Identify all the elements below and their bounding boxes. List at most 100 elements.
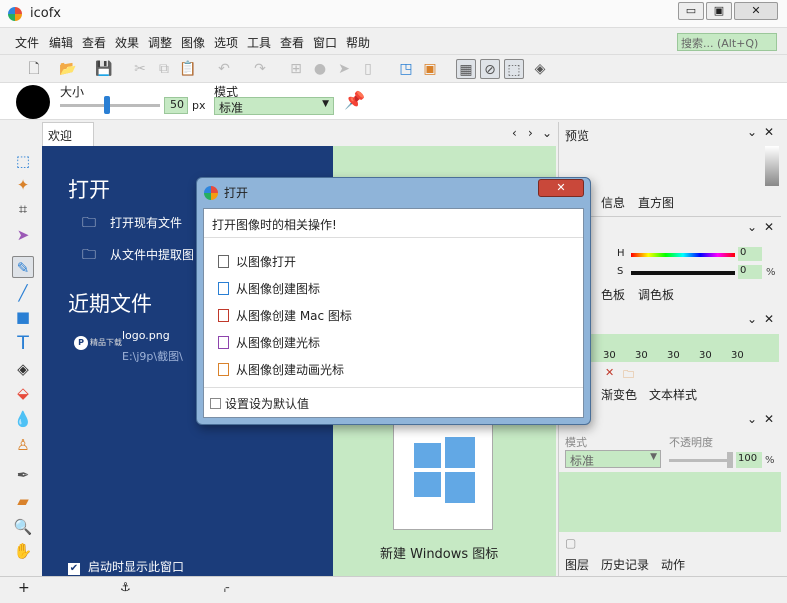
default-checkbox[interactable]: 设置设为默认值: [210, 395, 309, 412]
new-windows-icon-label[interactable]: 新建 Windows 图标: [380, 543, 498, 562]
blur-drop-icon[interactable]: 💧: [12, 408, 34, 430]
tab-gradient[interactable]: 渐变色: [601, 386, 637, 403]
create-animated-cursor-item[interactable]: 从图像创建动画光标: [218, 361, 344, 378]
tab-swatches[interactable]: 色板: [601, 286, 625, 303]
mode-select[interactable]: 标准 ▼: [214, 97, 334, 115]
create-mac-icon-item[interactable]: 从图像创建 Mac 图标: [218, 307, 352, 324]
hand-icon[interactable]: ✋: [12, 540, 34, 562]
saturation-value-input[interactable]: 0: [738, 265, 762, 279]
brush-size[interactable]: 30: [699, 350, 712, 361]
dialog-close-button[interactable]: ✕: [538, 179, 584, 197]
size-slider-track[interactable]: [60, 104, 160, 107]
marquee-select-icon[interactable]: ⬚: [12, 150, 34, 172]
delete-icon[interactable]: ✕: [605, 366, 614, 379]
menu-edit[interactable]: 编辑: [49, 34, 73, 51]
tab-info[interactable]: 信息: [601, 194, 625, 211]
hue-slider[interactable]: [631, 253, 735, 257]
chevron-left-icon[interactable]: ‹: [512, 126, 517, 140]
search-input[interactable]: 搜索... (Alt+Q): [677, 33, 777, 51]
extract-link[interactable]: 🗀 从文件中提取图: [82, 244, 194, 268]
recent-file-name[interactable]: logo.png: [122, 329, 170, 342]
menu-view-2[interactable]: 查看: [280, 34, 304, 51]
brush-icon[interactable]: ✎: [12, 256, 34, 278]
menu-options[interactable]: 选项: [214, 34, 238, 51]
screenshot-icon[interactable]: ◳: [396, 59, 416, 79]
hue-value-input[interactable]: 0: [738, 247, 762, 261]
cursor-icon[interactable]: ➤: [334, 59, 354, 79]
brush-size[interactable]: 30: [603, 350, 616, 361]
apple-icon[interactable]: ●: [310, 59, 330, 79]
save-icon[interactable]: 💾: [94, 59, 114, 79]
pin-icon[interactable]: 📌: [344, 91, 365, 111]
tab-actions[interactable]: 动作: [661, 556, 685, 573]
zoom-icon[interactable]: 🔍: [12, 516, 34, 538]
paste-icon[interactable]: 📋: [178, 59, 198, 79]
layers-icon[interactable]: ◈: [530, 59, 550, 79]
tab-palette[interactable]: 调色板: [638, 286, 674, 303]
stamp-icon[interactable]: ♙: [12, 434, 34, 456]
chevron-down-icon[interactable]: ⌄: [542, 126, 552, 140]
menu-help[interactable]: 帮助: [346, 34, 370, 51]
show-on-start-checkbox[interactable]: ✔ 启动时显示此窗口: [68, 558, 184, 575]
open-as-image-item[interactable]: 以图像打开: [218, 253, 296, 270]
menu-file[interactable]: 文件: [15, 34, 39, 51]
size-slider-thumb[interactable]: [104, 96, 110, 114]
size-value-input[interactable]: 50: [164, 97, 188, 114]
tab-history[interactable]: 历史记录: [601, 556, 649, 573]
move-icon[interactable]: ➤: [12, 224, 34, 246]
maximize-button[interactable]: ▣: [706, 2, 732, 20]
layer-mode-select[interactable]: 标准 ▼: [565, 450, 661, 468]
add-layer-icon[interactable]: ▢: [565, 536, 576, 550]
opacity-slider[interactable]: [669, 459, 729, 462]
new-windows-icon-card[interactable]: [393, 422, 493, 530]
checkerboard-icon[interactable]: ▦: [456, 59, 476, 79]
tab-welcome[interactable]: 欢迎 ✕: [42, 122, 94, 158]
image-folder-icon[interactable]: ▣: [420, 59, 440, 79]
tab-layers[interactable]: 图层: [565, 556, 589, 573]
mobile-icon[interactable]: ▯: [358, 59, 378, 79]
open-existing-link[interactable]: 🗀 打开现有文件: [82, 212, 182, 236]
menu-tools[interactable]: 工具: [247, 34, 271, 51]
menu-view[interactable]: 查看: [82, 34, 106, 51]
chevron-right-icon[interactable]: ›: [528, 126, 533, 140]
cut-icon[interactable]: ✂: [130, 59, 150, 79]
folder-icon[interactable]: 🗀: [623, 366, 634, 385]
menu-window[interactable]: 窗口: [313, 34, 337, 51]
close-icon[interactable]: ✕: [764, 220, 774, 234]
menu-adjust[interactable]: 调整: [148, 34, 172, 51]
fill-bucket-icon[interactable]: ◈: [12, 358, 34, 380]
rectangle-icon[interactable]: ■: [12, 306, 34, 328]
copy-icon[interactable]: ⧉: [154, 59, 174, 79]
tab-histogram[interactable]: 直方图: [638, 194, 674, 211]
create-icon-item[interactable]: 从图像创建图标: [218, 280, 320, 297]
chevron-down-icon[interactable]: ⌄: [747, 412, 757, 426]
close-icon[interactable]: ✕: [764, 412, 774, 426]
eraser-icon[interactable]: ⬙: [12, 382, 34, 404]
brush-size[interactable]: 30: [635, 350, 648, 361]
menu-image[interactable]: 图像: [181, 34, 205, 51]
line-icon[interactable]: ╱: [12, 282, 34, 304]
crop-icon[interactable]: ⌗: [12, 198, 34, 220]
ruler-icon[interactable]: ▰: [12, 490, 34, 512]
tab-text-style[interactable]: 文本样式: [649, 386, 697, 403]
brush-size[interactable]: 30: [731, 350, 744, 361]
text-icon[interactable]: T: [12, 332, 34, 354]
grid-off-icon[interactable]: ⊘: [480, 59, 500, 79]
close-button[interactable]: ✕: [734, 2, 778, 20]
opacity-value-input[interactable]: 100: [736, 452, 762, 468]
chevron-down-icon[interactable]: ⌄: [747, 125, 757, 139]
menu-effects[interactable]: 效果: [115, 34, 139, 51]
open-folder-icon[interactable]: 📂: [58, 59, 78, 79]
eyedropper-icon[interactable]: ✒: [12, 464, 34, 486]
magic-wand-icon[interactable]: ✦: [12, 174, 34, 196]
undo-icon[interactable]: ↶: [214, 59, 234, 79]
windows-icon[interactable]: ⊞: [286, 59, 306, 79]
close-icon[interactable]: ✕: [764, 312, 774, 326]
saturation-slider[interactable]: [631, 271, 735, 275]
minimize-button[interactable]: ▭: [678, 2, 704, 20]
create-cursor-item[interactable]: 从图像创建光标: [218, 334, 320, 351]
close-icon[interactable]: ✕: [764, 125, 774, 139]
brush-size[interactable]: 30: [667, 350, 680, 361]
new-file-icon[interactable]: 🗋: [24, 59, 44, 79]
opacity-slider-thumb[interactable]: [727, 452, 733, 468]
